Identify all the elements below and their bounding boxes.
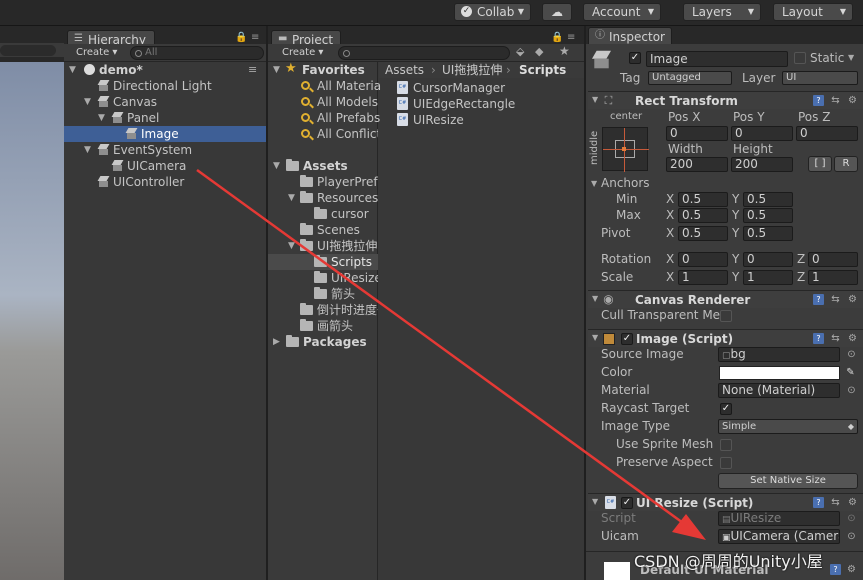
annotation-arrow xyxy=(196,168,706,540)
annotation-arrow-line xyxy=(196,168,691,530)
watermark-text: CSDN @周周的Unity小屋 xyxy=(634,552,823,571)
